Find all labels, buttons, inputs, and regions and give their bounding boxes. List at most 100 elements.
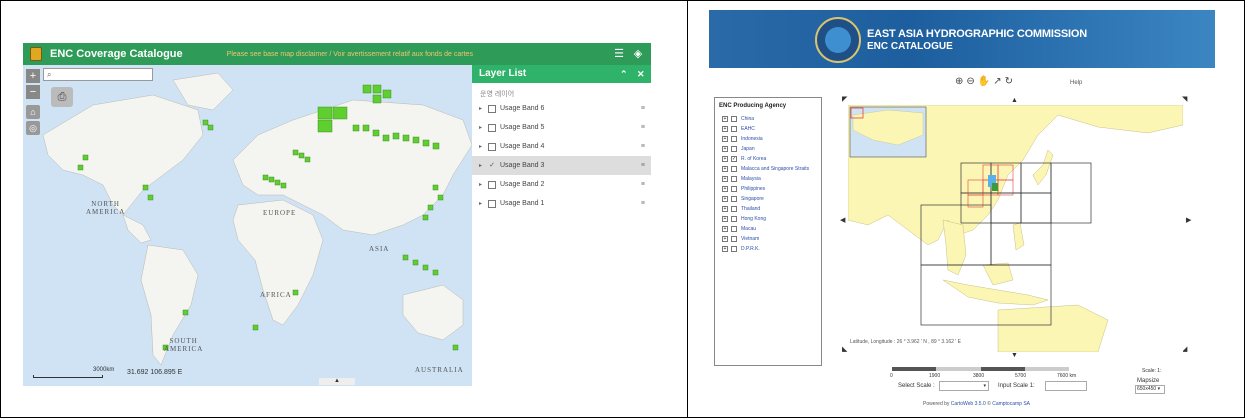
agency-item[interactable]: + Malaysia	[715, 174, 821, 184]
agency-item[interactable]: + Hong Kong	[715, 214, 821, 224]
print-icon[interactable]: ⎙	[51, 87, 73, 107]
layer-visibility-checkbox[interactable]	[488, 180, 496, 189]
expand-plus-icon[interactable]: +	[722, 236, 728, 242]
layer-menu-icon[interactable]: ≡	[641, 143, 645, 150]
list-icon[interactable]: ☰	[612, 47, 626, 61]
agency-item[interactable]: + EAHC	[715, 124, 821, 134]
expand-plus-icon[interactable]: +	[722, 166, 728, 172]
layer-visibility-checkbox[interactable]: ✓	[488, 162, 496, 170]
help-link[interactable]: Help	[1070, 80, 1082, 86]
agency-item[interactable]: + D.P.R.K.	[715, 244, 821, 254]
pan-northeast-icon[interactable]: ◥	[1182, 95, 1187, 103]
agency-checkbox[interactable]	[731, 146, 737, 152]
expand-plus-icon[interactable]: +	[722, 156, 728, 162]
map-search-input[interactable]: ⌕	[43, 68, 153, 81]
camptocamp-link[interactable]: Camptocamp SA	[992, 401, 1030, 407]
select-scale-dropdown[interactable]: ▾	[939, 381, 989, 391]
layer-row[interactable]: ▸ Usage Band 2 ≡	[472, 175, 651, 194]
home-icon[interactable]: ⌂	[26, 105, 40, 119]
agency-item[interactable]: + Japan	[715, 144, 821, 154]
agency-checkbox[interactable]	[731, 246, 737, 252]
agency-checkbox[interactable]	[731, 206, 737, 212]
expand-caret-icon[interactable]: ▸	[479, 105, 488, 112]
layer-row[interactable]: ▸ Usage Band 5 ≡	[472, 118, 651, 137]
layer-menu-icon[interactable]: ≡	[641, 181, 645, 188]
expand-caret-icon[interactable]: ▸	[479, 162, 488, 169]
layer-visibility-checkbox[interactable]	[488, 104, 496, 113]
locate-icon[interactable]: ◎	[26, 121, 40, 135]
pan-northwest-icon[interactable]: ◤	[842, 95, 847, 103]
agency-checkbox[interactable]	[731, 196, 737, 202]
cartoweb-link[interactable]: CartoWeb 3.5.0	[951, 401, 986, 407]
pan-east-icon[interactable]: ▶	[1186, 216, 1191, 224]
agency-checkbox[interactable]: ✓	[731, 156, 737, 162]
layer-menu-icon[interactable]: ≡	[641, 124, 645, 131]
basemap-disclaimer-link[interactable]: Please see base map disclaimer / Voir av…	[227, 51, 473, 58]
agency-checkbox[interactable]	[731, 176, 737, 182]
agency-item[interactable]: + Thailand	[715, 204, 821, 214]
pan-south-icon[interactable]: ▼	[1011, 352, 1018, 359]
layers-icon[interactable]: ◈	[631, 47, 645, 61]
expand-plus-icon[interactable]: +	[722, 206, 728, 212]
layer-row[interactable]: ▸ Usage Band 1 ≡	[472, 194, 651, 213]
layer-visibility-checkbox[interactable]	[488, 123, 496, 132]
agency-label: Thailand	[741, 206, 761, 212]
layer-rows: ▸ Usage Band 6 ≡ ▸ Usage Band 5 ≡ ▸ Usage Band …	[472, 99, 651, 213]
agency-item[interactable]: + ✓ R. of Korea	[715, 154, 821, 164]
layer-row[interactable]: ▸ Usage Band 4 ≡	[472, 137, 651, 156]
expand-caret-icon[interactable]: ▸	[479, 181, 488, 188]
select-icon[interactable]: ↗	[993, 76, 1004, 87]
agency-checkbox[interactable]	[731, 116, 737, 122]
agency-checkbox[interactable]	[731, 216, 737, 222]
agency-item[interactable]: + Macau	[715, 224, 821, 234]
expand-plus-icon[interactable]: +	[722, 246, 728, 252]
asia-map[interactable]	[848, 105, 1183, 352]
pan-icon[interactable]: ✋	[978, 76, 993, 87]
input-scale-field[interactable]	[1045, 381, 1087, 391]
agency-item[interactable]: + Indonesia	[715, 134, 821, 144]
expand-plus-icon[interactable]: +	[722, 116, 728, 122]
agency-item[interactable]: + China	[715, 114, 821, 124]
agency-item[interactable]: + Malacca and Singapore Straits	[715, 164, 821, 174]
agency-item[interactable]: + Vietnam	[715, 234, 821, 244]
agency-item[interactable]: + Philippines	[715, 184, 821, 194]
pan-west-icon[interactable]: ◀	[840, 216, 845, 224]
zoom-out-icon[interactable]: ⊖	[966, 76, 977, 87]
agency-checkbox[interactable]	[731, 136, 737, 142]
layer-row[interactable]: ▸ Usage Band 6 ≡	[472, 99, 651, 118]
layer-menu-icon[interactable]: ≡	[641, 105, 645, 112]
zoom-in-icon[interactable]: ⊕	[955, 76, 966, 87]
pan-north-icon[interactable]: ▲	[1011, 97, 1018, 104]
zoom-out-button[interactable]: −	[26, 85, 40, 99]
expand-plus-icon[interactable]: +	[722, 146, 728, 152]
refresh-icon[interactable]: ↻	[1005, 76, 1016, 87]
expand-plus-icon[interactable]: +	[722, 226, 728, 232]
collapse-icon[interactable]: ⌃	[620, 65, 628, 83]
expand-caret-icon[interactable]: ▸	[479, 143, 488, 150]
agency-checkbox[interactable]	[731, 186, 737, 192]
pan-southwest-icon[interactable]: ◣	[842, 345, 847, 353]
agency-checkbox[interactable]	[731, 226, 737, 232]
agency-checkbox[interactable]	[731, 126, 737, 132]
expand-plus-icon[interactable]: +	[722, 186, 728, 192]
world-map[interactable]: + − ⌕ ⌂ ◎ ⎙ NORTH AMERICA EUROPE ASIA AF…	[23, 65, 472, 386]
expand-plus-icon[interactable]: +	[722, 176, 728, 182]
layer-visibility-checkbox[interactable]	[488, 199, 496, 208]
expand-plus-icon[interactable]: +	[722, 216, 728, 222]
expand-caret-icon[interactable]: ▸	[479, 124, 488, 131]
layer-menu-icon[interactable]: ≡	[641, 162, 645, 169]
expand-plus-icon[interactable]: +	[722, 136, 728, 142]
zoom-in-button[interactable]: +	[26, 69, 40, 83]
agency-item[interactable]: + Singapore	[715, 194, 821, 204]
layer-row[interactable]: ▸ ✓ Usage Band 3 ≡	[472, 156, 651, 175]
mapsize-select[interactable]: 650x450 ▾	[1135, 385, 1165, 394]
layer-menu-icon[interactable]: ≡	[641, 200, 645, 207]
attribute-table-toggle[interactable]: ▲	[319, 378, 355, 385]
expand-plus-icon[interactable]: +	[722, 126, 728, 132]
layer-visibility-checkbox[interactable]	[488, 142, 496, 151]
agency-checkbox[interactable]	[731, 166, 737, 172]
expand-caret-icon[interactable]: ▸	[479, 200, 488, 207]
expand-plus-icon[interactable]: +	[722, 196, 728, 202]
close-icon[interactable]: ✕	[637, 65, 645, 83]
agency-checkbox[interactable]	[731, 236, 737, 242]
